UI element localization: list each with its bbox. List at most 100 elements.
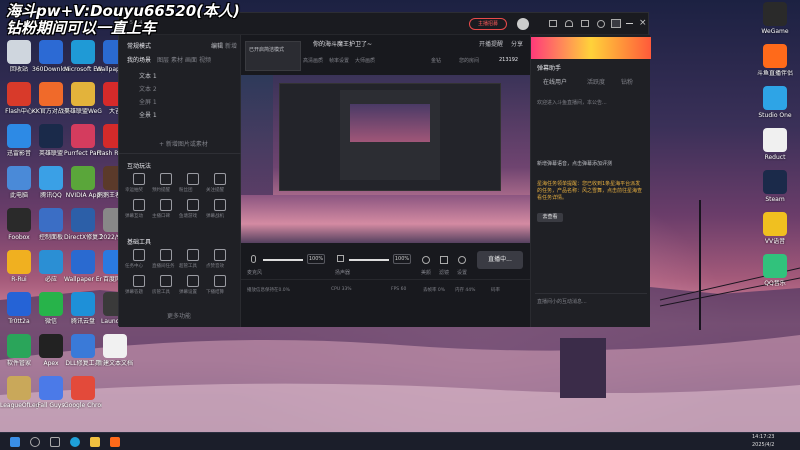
interact-tool-icon[interactable] <box>187 173 199 185</box>
interact-tool-icon[interactable] <box>214 199 226 211</box>
tab-layer[interactable]: 图层 <box>157 55 169 64</box>
footer-stat: CPU 33% <box>331 287 352 292</box>
mic-volume-value[interactable]: 100% <box>307 254 325 264</box>
live-status-button[interactable]: 直播中... <box>477 251 523 269</box>
clock-date[interactable]: 2025/4/2 <box>752 442 774 448</box>
start-button[interactable] <box>10 437 20 447</box>
basic-tool-icon[interactable] <box>133 275 145 287</box>
app-icon <box>763 44 787 68</box>
desktop-icon[interactable]: Studio One <box>756 86 794 119</box>
tab-video[interactable]: 视频 <box>199 55 211 64</box>
layer-item[interactable]: 文本 1 <box>139 71 157 80</box>
mic-icon[interactable] <box>251 255 256 263</box>
speaker-icon[interactable] <box>337 255 344 262</box>
interact-tool-icon[interactable] <box>133 173 145 185</box>
app-icon <box>39 250 63 274</box>
beauty-icon[interactable] <box>422 256 430 264</box>
interact-tool-icon[interactable] <box>160 199 172 211</box>
app-icon <box>71 292 95 316</box>
ad-banner[interactable] <box>531 37 651 59</box>
gift-icon[interactable] <box>581 20 589 27</box>
desktop-icon[interactable]: VV语音 <box>756 212 794 245</box>
tab-material[interactable]: 素材 <box>171 55 183 64</box>
share-button[interactable]: 分享 <box>511 39 523 48</box>
beauty-button[interactable]: 美颜 <box>421 269 431 276</box>
tab-online-users[interactable]: 在线用户 <box>543 77 567 86</box>
fps-tab[interactable]: 帧率设置 <box>329 57 349 64</box>
filter-icon[interactable] <box>440 256 448 264</box>
desktop-icon[interactable]: WeGame <box>756 2 794 35</box>
basic-tool-icon[interactable] <box>214 275 226 287</box>
speaker-volume-value[interactable]: 100% <box>393 254 411 264</box>
explorer-icon[interactable] <box>90 437 100 447</box>
stream-preview[interactable] <box>241 75 530 243</box>
live-title[interactable]: 你的海斗魔王护卫了~ <box>313 39 372 48</box>
close-icon[interactable]: × <box>639 18 647 28</box>
filter-button[interactable]: 滤镜 <box>439 269 449 276</box>
footer-stat: 丢帧率 0% <box>423 288 446 293</box>
tab-screen[interactable]: 画面 <box>185 55 197 64</box>
room-stat: 您的房间 <box>459 58 480 64</box>
layer-item[interactable]: 文本 2 <box>139 84 157 93</box>
edit-button[interactable]: 编辑 <box>211 41 223 50</box>
app-icon <box>71 166 95 190</box>
app-icon <box>71 334 95 358</box>
gear-icon[interactable] <box>458 256 466 264</box>
interact-tool-icon[interactable] <box>133 199 145 211</box>
basic-tool-label: 点赞音效 <box>206 264 224 269</box>
skin-icon[interactable] <box>611 19 621 28</box>
interact-tool-icon[interactable] <box>160 173 172 185</box>
avatar[interactable] <box>517 18 529 30</box>
app-icon <box>7 334 31 358</box>
desktop-icon[interactable]: Reduct <box>756 128 794 161</box>
desktop-icon[interactable]: 斗鱼直播伴侣 <box>756 44 794 77</box>
basic-tool-label: 直播间任务 <box>152 264 175 269</box>
search-icon[interactable] <box>30 437 40 447</box>
speaker-label: 扬声器 <box>335 270 351 276</box>
welcome-notice: 欢迎进入斗鱼直播间，本公告... <box>537 100 607 106</box>
master-tab[interactable]: 大师画质 <box>355 57 375 64</box>
minimize-icon[interactable] <box>626 23 633 24</box>
desktop-icon[interactable]: QQ音乐 <box>756 254 794 287</box>
basic-tool-icon[interactable] <box>214 249 226 261</box>
interact-tool-icon[interactable] <box>214 173 226 185</box>
headset-icon[interactable] <box>565 20 573 27</box>
basic-tool-icon[interactable] <box>160 275 172 287</box>
layer-item[interactable]: 全屏 1 <box>139 97 157 106</box>
desktop-icon[interactable]: Google Chrome <box>64 376 102 409</box>
settings-icon[interactable] <box>597 20 605 28</box>
speaker-volume-slider[interactable] <box>349 259 389 261</box>
recruit-button[interactable]: 主播招募 <box>469 18 507 30</box>
mic-label: 麦克风 <box>247 270 263 276</box>
douyu-taskbar-icon[interactable] <box>110 437 120 447</box>
mode-selector[interactable]: 常规模式 <box>127 41 151 50</box>
message-icon[interactable] <box>549 20 557 27</box>
app-icon <box>71 376 95 400</box>
basic-tool-icon[interactable] <box>133 249 145 261</box>
desktop-icon[interactable]: Steam <box>756 170 794 203</box>
app-icon <box>39 82 63 106</box>
app-icon <box>763 128 787 152</box>
add-button[interactable]: 新增 <box>225 41 237 50</box>
tab-activity[interactable]: 活跃度 <box>587 77 605 86</box>
message-input[interactable]: 直播间小的互动消息... <box>535 293 647 305</box>
quality-tab[interactable]: 高清画质 <box>303 57 323 64</box>
basic-tool-icon[interactable] <box>160 249 172 261</box>
clock-time[interactable]: 14:17:23 <box>752 434 774 440</box>
tab-diamond-fans[interactable]: 钻粉 <box>621 77 633 86</box>
desktop-icon[interactable]: 新建文本文档 <box>96 334 134 367</box>
task-view-icon[interactable] <box>50 437 60 447</box>
more-features-link[interactable]: 更多功能 <box>167 311 191 320</box>
settings-button[interactable]: 设置 <box>457 269 467 276</box>
add-source-button[interactable]: + 新增图片或素材 <box>159 139 208 148</box>
layer-item[interactable]: 全景 1 <box>139 110 157 119</box>
control-bar: 100% 麦克风 100% 扬声器 美颜 滤镜 设置 直播中... 播放信息保持… <box>241 243 530 327</box>
reminder-button[interactable]: 开播提醒 <box>479 39 503 48</box>
basic-tool-icon[interactable] <box>187 275 199 287</box>
basic-tool-icon[interactable] <box>187 249 199 261</box>
interact-tool-icon[interactable] <box>187 199 199 211</box>
mic-volume-slider[interactable] <box>263 259 303 261</box>
edge-icon[interactable] <box>70 437 80 447</box>
view-task-button[interactable]: 去查看 <box>537 213 563 222</box>
gold-stat: 金钻 <box>431 58 442 64</box>
